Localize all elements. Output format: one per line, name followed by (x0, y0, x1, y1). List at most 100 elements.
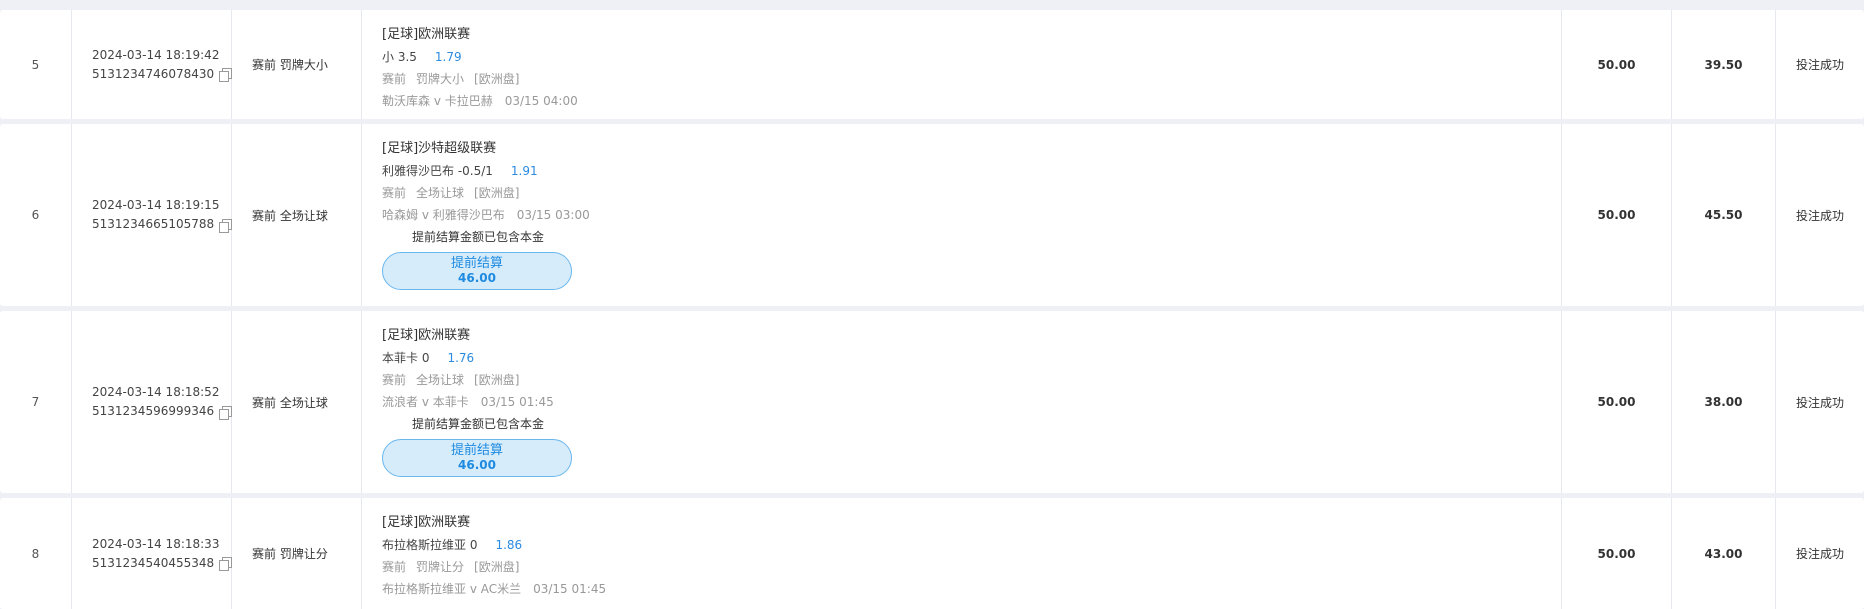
meta-market: 罚牌让分 (416, 560, 465, 574)
meta-odds-type: [欧洲盘] (474, 560, 520, 574)
meta-odds-type: [欧洲盘] (474, 72, 520, 86)
league-name: [足球]沙特超级联赛 (382, 141, 497, 156)
status-text: 投注成功 (1795, 208, 1844, 223)
odds: 1.86 (495, 538, 523, 552)
row-index: 8 (0, 498, 72, 609)
meta-market: 全场让球 (416, 373, 465, 387)
meta-odds-type: [欧洲盘] (474, 186, 520, 200)
order-number-wrap: 5131234665105788 (92, 215, 232, 234)
copy-icon[interactable] (219, 218, 232, 233)
status-text: 投注成功 (1795, 58, 1844, 72)
time-cell: 2024-03-14 18:19:15 5131234665105788 (72, 124, 232, 306)
meta-stage: 赛前 (382, 186, 407, 200)
bet-time: 2024-03-14 18:18:33 (92, 536, 220, 551)
bet-meta: 赛前 罚牌让分 [欧洲盘] (382, 556, 1561, 578)
status-text: 投注成功 (1795, 547, 1844, 561)
meta-stage: 赛前 (382, 560, 407, 574)
bet-meta: 赛前 罚牌大小 [欧洲盘] (382, 68, 1561, 90)
league-name: [足球]欧洲联赛 (382, 27, 471, 42)
match-time: 03/15 03:00 (516, 208, 590, 222)
match-line: 哈森姆 v 利雅得沙巴布 03/15 03:00 (382, 204, 1561, 226)
match-time: 03/15 04:00 (504, 94, 578, 108)
win-amount: 38.00 (1672, 311, 1776, 493)
league-name: [足球]欧洲联赛 (382, 515, 471, 530)
odds: 1.91 (510, 164, 538, 178)
meta-market: 罚牌大小 (416, 72, 465, 86)
cashout-note: 提前结算金额已包含本金 (412, 417, 545, 431)
match-teams: 流浪者 v 本菲卡 (382, 395, 469, 409)
table-row: 5 2024-03-14 18:19:42 5131234746078430 赛… (0, 10, 1864, 119)
order-number: 5131234596999346 (92, 404, 215, 418)
bet-detail: [足球]欧洲联赛 小 3.5 1.79 赛前 罚牌大小 [欧洲盘] 勒沃库森 v 卡拉… (362, 10, 1562, 119)
bet-type: 赛前 罚牌让分 (232, 498, 362, 609)
stake-amount: 50.00 (1562, 498, 1672, 609)
row-index: 7 (0, 311, 72, 493)
status-text: 投注成功 (1795, 395, 1844, 410)
odds: 1.76 (447, 351, 475, 365)
cashout-button[interactable]: 提前结算 46.00 (382, 439, 572, 477)
pick-line: 小 3.5 1.79 (382, 46, 1561, 68)
match-teams: 勒沃库森 v 卡拉巴赫 (382, 94, 493, 108)
time-cell: 2024-03-14 18:19:42 5131234746078430 (72, 10, 232, 119)
bet-detail: [足球]欧洲联赛 布拉格斯拉维亚 0 1.86 赛前 罚牌让分 [欧洲盘] 布拉格斯拉… (362, 498, 1562, 609)
table-row: 7 2024-03-14 18:18:52 5131234596999346 赛… (0, 311, 1864, 493)
pick-line: 本菲卡 0 1.76 (382, 347, 1561, 369)
copy-icon[interactable] (219, 405, 232, 420)
order-number-wrap: 5131234540455348 (92, 554, 232, 573)
match-time: 03/15 01:45 (480, 395, 554, 409)
meta-stage: 赛前 (382, 373, 407, 387)
meta-odds-type: [欧洲盘] (474, 373, 520, 387)
league-name: [足球]欧洲联赛 (382, 328, 471, 343)
time-cell: 2024-03-14 18:18:33 5131234540455348 (72, 498, 232, 609)
win-amount: 43.00 (1672, 498, 1776, 609)
match-time: 03/15 01:45 (533, 582, 607, 596)
pick: 布拉格斯拉维亚 0 (382, 538, 478, 552)
pick-line: 利雅得沙巴布 -0.5/1 1.91 (382, 160, 1561, 182)
cashout-label: 提前结算 (450, 256, 503, 271)
stake-amount: 50.00 (1562, 311, 1672, 493)
match-line: 勒沃库森 v 卡拉巴赫 03/15 04:00 (382, 90, 1561, 112)
match-line: 布拉格斯拉维亚 v AC米兰 03/15 01:45 (382, 578, 1561, 600)
bet-meta: 赛前 全场让球 [欧洲盘] (382, 369, 1561, 391)
match-teams: 哈森姆 v 利雅得沙巴布 (382, 208, 505, 222)
bet-type: 赛前 罚牌大小 (232, 10, 362, 119)
order-number-wrap: 5131234746078430 (92, 65, 232, 84)
bet-detail: [足球]欧洲联赛 本菲卡 0 1.76 赛前 全场让球 [欧洲盘] 流浪者 v 本菲卡… (362, 311, 1562, 493)
cashout-amount: 46.00 (458, 458, 496, 472)
row-index: 6 (0, 124, 72, 306)
time-cell: 2024-03-14 18:18:52 5131234596999346 (72, 311, 232, 493)
cashout-button[interactable]: 提前结算 46.00 (382, 252, 572, 290)
bet-type: 赛前 全场让球 (232, 124, 362, 306)
bet-detail: [足球]沙特超级联赛 利雅得沙巴布 -0.5/1 1.91 赛前 全场让球 [欧洲盘]… (362, 124, 1562, 306)
pick-line: 布拉格斯拉维亚 0 1.86 (382, 534, 1561, 556)
bet-time: 2024-03-14 18:18:52 (92, 385, 220, 399)
copy-icon[interactable] (219, 557, 232, 571)
pick: 本菲卡 0 (382, 351, 430, 365)
win-amount: 39.50 (1672, 10, 1776, 119)
cashout-label: 提前结算 (450, 443, 503, 458)
pick: 利雅得沙巴布 -0.5/1 (382, 164, 493, 178)
cashout-note: 提前结算金额已包含本金 (412, 230, 545, 244)
cashout-amount: 46.00 (458, 271, 496, 285)
order-number: 5131234665105788 (92, 217, 215, 231)
meta-stage: 赛前 (382, 72, 407, 86)
row-index: 5 (0, 10, 72, 119)
win-amount: 45.50 (1672, 124, 1776, 306)
meta-market: 全场让球 (416, 186, 465, 200)
stake-amount: 50.00 (1562, 10, 1672, 119)
bet-meta: 赛前 全场让球 [欧洲盘] (382, 182, 1561, 204)
order-number-wrap: 5131234596999346 (92, 402, 232, 421)
table-row: 6 2024-03-14 18:19:15 5131234665105788 赛… (0, 124, 1864, 306)
match-teams: 布拉格斯拉维亚 v AC米兰 (382, 582, 522, 596)
bet-time: 2024-03-14 18:19:15 (92, 198, 220, 212)
order-number: 5131234746078430 (92, 66, 215, 81)
bet-time: 2024-03-14 18:19:42 (92, 47, 220, 62)
order-number: 5131234540455348 (92, 555, 215, 570)
table-row: 8 2024-03-14 18:18:33 5131234540455348 赛… (0, 498, 1864, 609)
copy-icon[interactable] (219, 68, 232, 82)
match-line: 流浪者 v 本菲卡 03/15 01:45 (382, 391, 1561, 413)
stake-amount: 50.00 (1562, 124, 1672, 306)
odds: 1.79 (434, 50, 462, 64)
bet-type: 赛前 全场让球 (232, 311, 362, 493)
pick: 小 3.5 (382, 50, 417, 64)
